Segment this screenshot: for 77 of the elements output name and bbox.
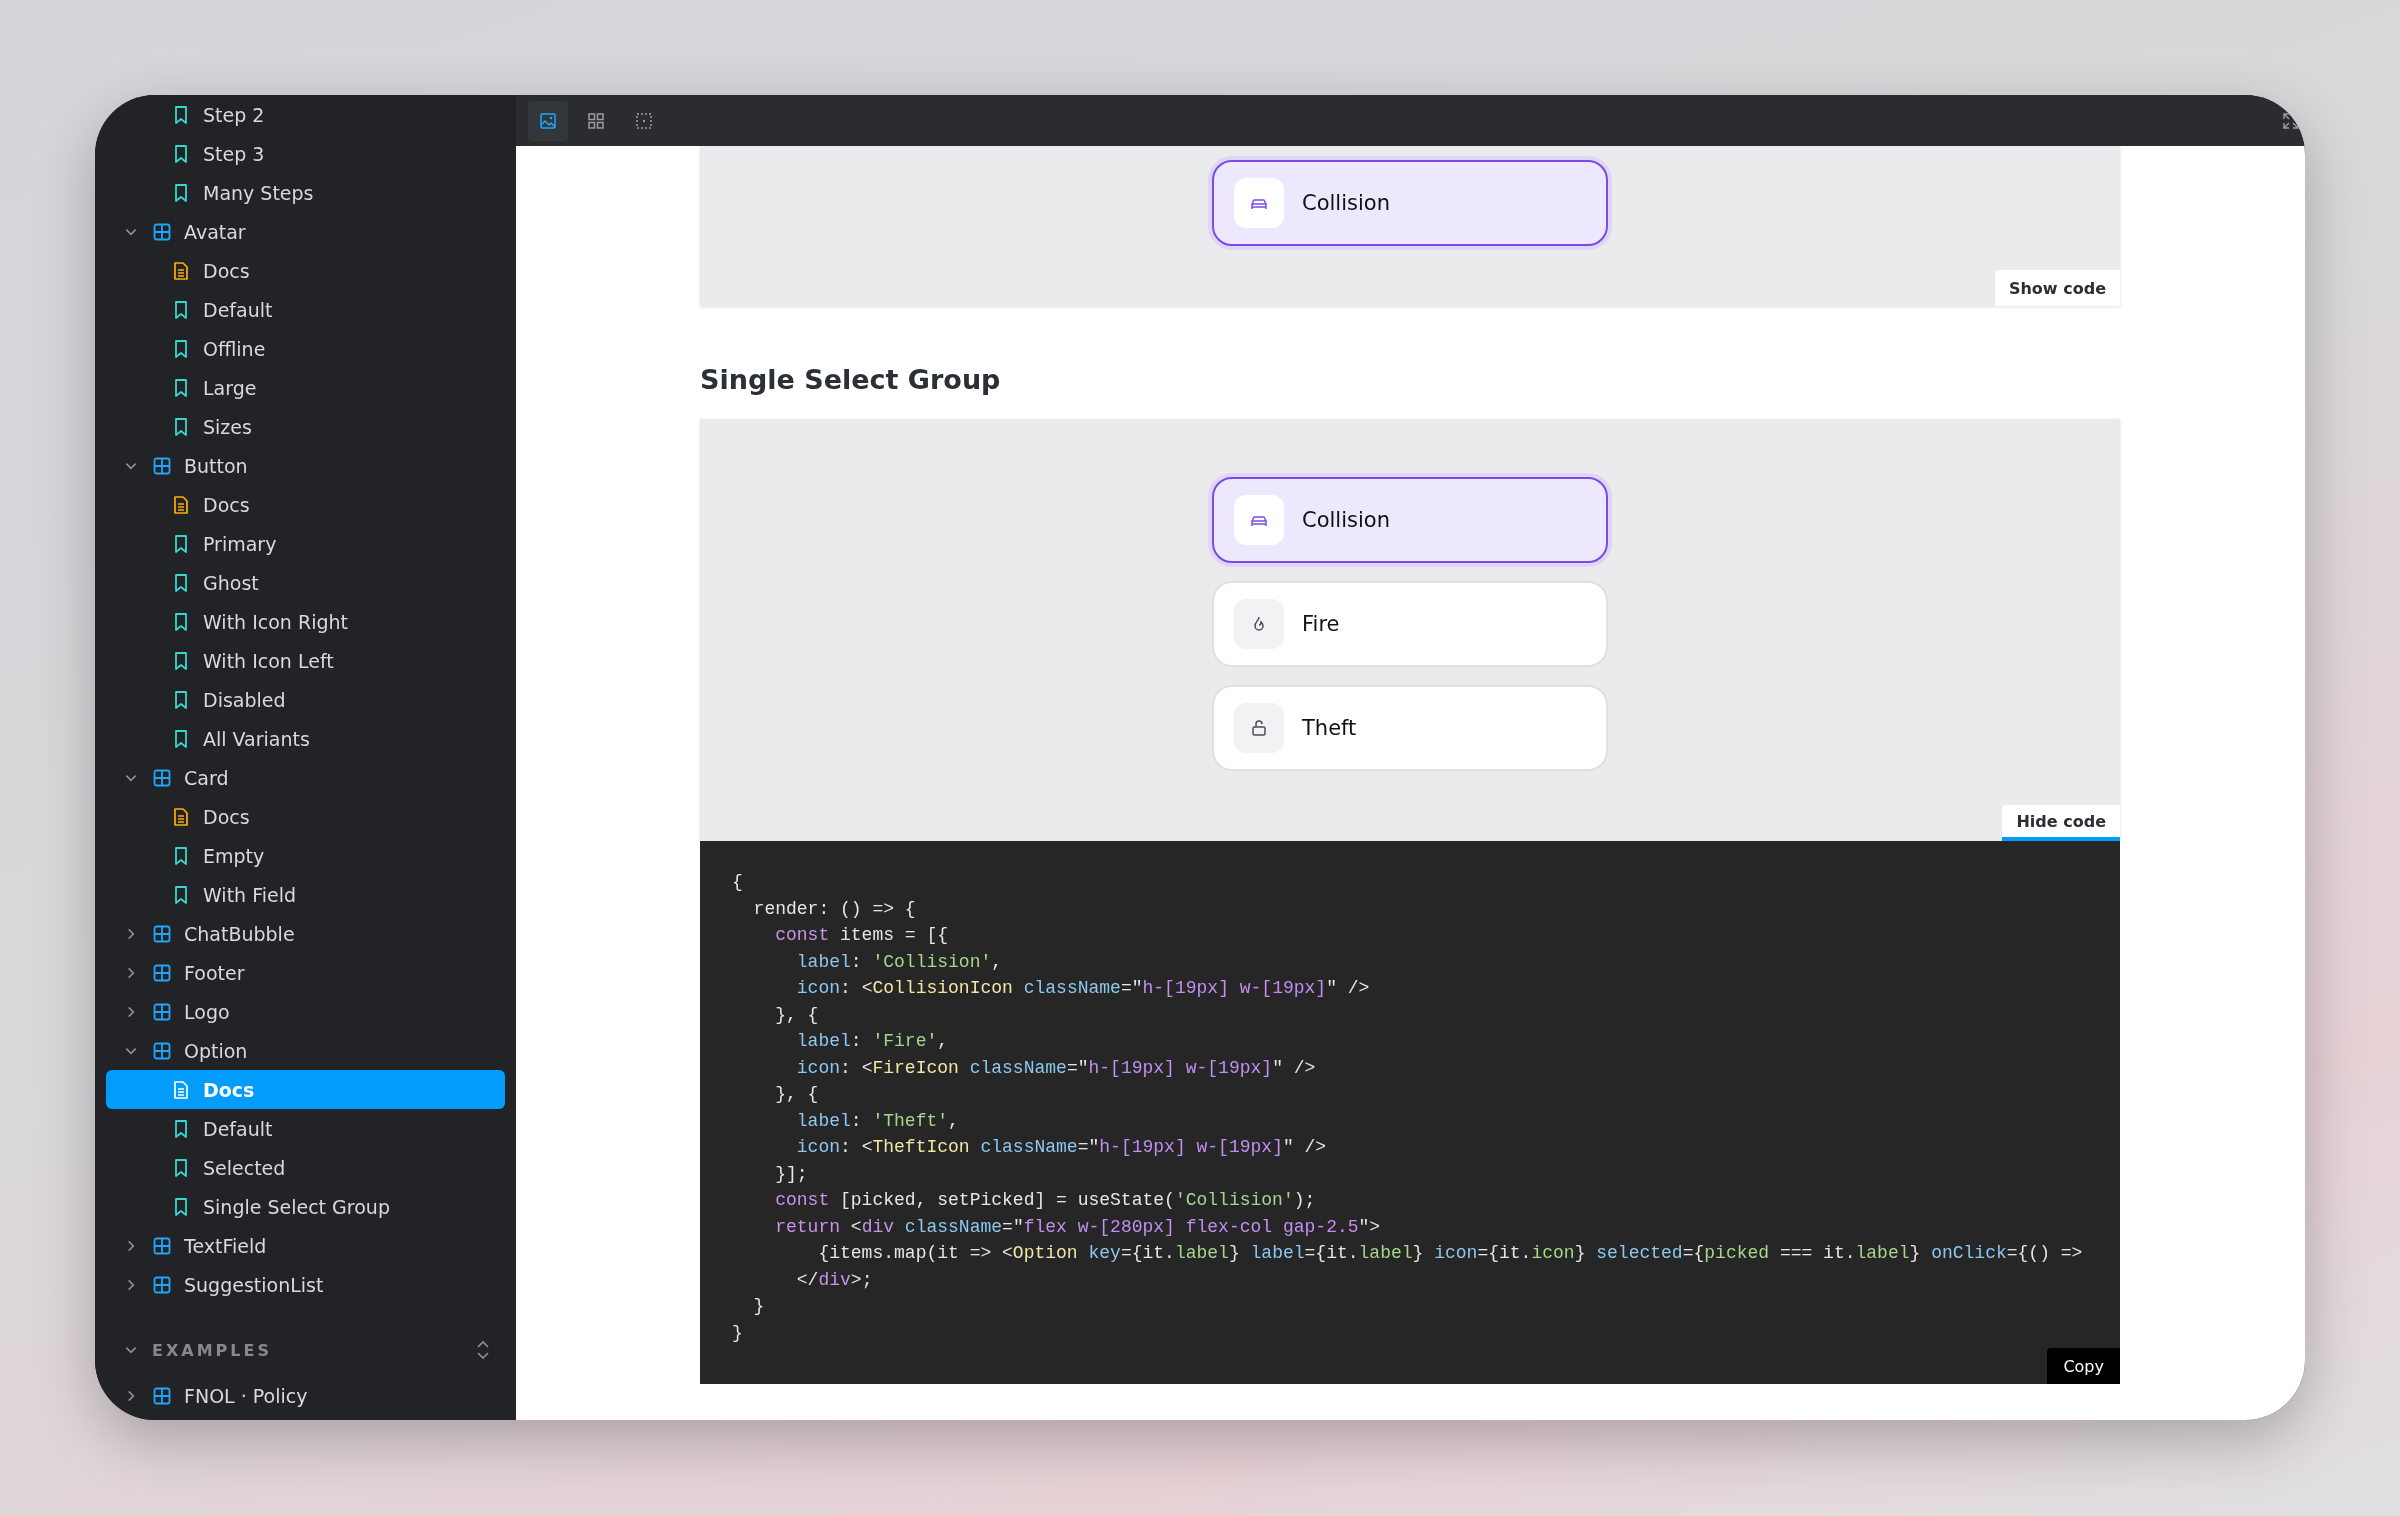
copy-button[interactable]: Copy — [2047, 1348, 2120, 1384]
code-line: icon: <TheftIcon className="h-[19px] w-[19px]" /> — [795, 1136, 1327, 1159]
tree-group[interactable]: TextField — [106, 1226, 505, 1265]
code-line: icon: <CollisionIcon className="h-[19px] w-[19px]" /> — [795, 977, 1370, 1000]
tree-group[interactable]: Footer — [106, 953, 505, 992]
code-line: } — [732, 1321, 743, 1345]
sidebar-item[interactable]: Many Steps — [106, 173, 505, 212]
section-label: EXAMPLES — [152, 1340, 273, 1360]
code-line: label: 'Fire', — [795, 1030, 949, 1053]
sidebar-item[interactable]: Primary — [106, 524, 505, 563]
code-line: const items = [{ — [774, 924, 949, 947]
sidebar-item[interactable]: Docs — [106, 797, 505, 836]
sidebar-item[interactable]: All Variants — [106, 719, 505, 758]
component-icon — [152, 221, 172, 242]
tree-group[interactable]: Option — [106, 1031, 505, 1070]
code-line: render: () => { — [752, 897, 916, 921]
code-line: label: 'Collision', — [795, 950, 1003, 974]
tree-group[interactable]: ChatBubble — [106, 914, 505, 953]
tree-group[interactable]: Avatar — [106, 212, 505, 251]
tree-group[interactable]: Card — [106, 758, 505, 797]
sidebar-item[interactable]: Default — [106, 290, 505, 329]
section-heading: Single Select Group — [700, 364, 1002, 395]
component-icon — [152, 767, 172, 788]
sidebar-item[interactable]: With Field — [106, 875, 505, 914]
component-icon — [152, 1001, 172, 1022]
tree-group[interactable]: Logo — [106, 992, 505, 1031]
sidebar-item[interactable]: With Icon Right — [106, 602, 505, 641]
component-icon — [152, 1040, 172, 1061]
document-icon — [171, 1079, 191, 1100]
sidebar-item[interactable]: With Icon Left — [106, 641, 505, 680]
expand-icon[interactable] — [2281, 110, 2301, 131]
component-icon — [152, 1385, 172, 1406]
document-icon — [171, 260, 191, 281]
sort-icon[interactable] — [475, 1338, 491, 1362]
component-icon — [152, 923, 172, 944]
code-line: return <div className="flex w-[280px] flex-col gap-2.5"> — [774, 1215, 1381, 1239]
sidebar-item[interactable]: Large — [106, 368, 505, 407]
code-line: const [picked, setPicked] = useState('Collision'); — [774, 1189, 1316, 1212]
code-line: }]; — [774, 1162, 808, 1186]
sidebar-item[interactable]: Single Select Group — [106, 1187, 505, 1226]
tree-group[interactable]: SuggestionList — [106, 1265, 505, 1304]
option-card[interactable]: Theft — [1212, 685, 1608, 771]
document-icon — [171, 494, 191, 515]
show-code-button[interactable]: Show code — [1994, 270, 2120, 306]
sidebar-item[interactable]: Sizes — [106, 407, 505, 446]
sidebar-item[interactable]: Step 3 — [106, 134, 505, 173]
option-card[interactable]: Fire — [1212, 581, 1608, 667]
code-line: } — [752, 1295, 765, 1318]
sidebar-item[interactable]: Offline — [106, 329, 505, 368]
code-line: label: 'Theft', — [795, 1109, 959, 1133]
code-line: icon: <FireIcon className="h-[19px] w-[19px]" /> — [795, 1056, 1316, 1080]
grid-icon — [586, 110, 606, 131]
sidebar-item[interactable]: Docs — [106, 251, 505, 290]
code-line: }, { — [774, 1003, 819, 1027]
code-line: {items.map(it => <Option key={it.label} label={it.label} icon={it.icon} selected={picked === it.label} onClick={() => — [817, 1242, 2083, 1265]
hide-code-button[interactable]: Hide code — [2002, 805, 2120, 841]
sidebar-item[interactable]: Disabled — [106, 680, 505, 719]
sidebar-item[interactable]: Step 2 — [106, 95, 505, 134]
tree-group[interactable]: FNOL · Policy — [106, 1376, 505, 1415]
code-line: { — [732, 871, 743, 894]
tree-group[interactable]: Button — [106, 446, 505, 485]
component-icon — [152, 1235, 172, 1256]
document-icon — [171, 806, 191, 827]
component-icon — [152, 962, 172, 983]
dashed-square-icon — [634, 110, 654, 131]
sidebar-item[interactable]: Docs — [106, 485, 505, 524]
sidebar-item[interactable]: Ghost — [106, 563, 505, 602]
code-line: </div>; — [795, 1268, 873, 1292]
sidebar-item[interactable]: Default — [106, 1109, 505, 1148]
toolbar-button[interactable] — [528, 100, 568, 141]
image-icon — [538, 110, 558, 131]
component-icon — [152, 455, 172, 476]
component-icon — [152, 1274, 172, 1295]
sidebar-item[interactable]: Empty — [106, 836, 505, 875]
code-line: }, { — [774, 1083, 819, 1106]
sidebar-item[interactable]: Selected — [106, 1148, 505, 1187]
unlocked-lock-icon — [1249, 718, 1269, 738]
